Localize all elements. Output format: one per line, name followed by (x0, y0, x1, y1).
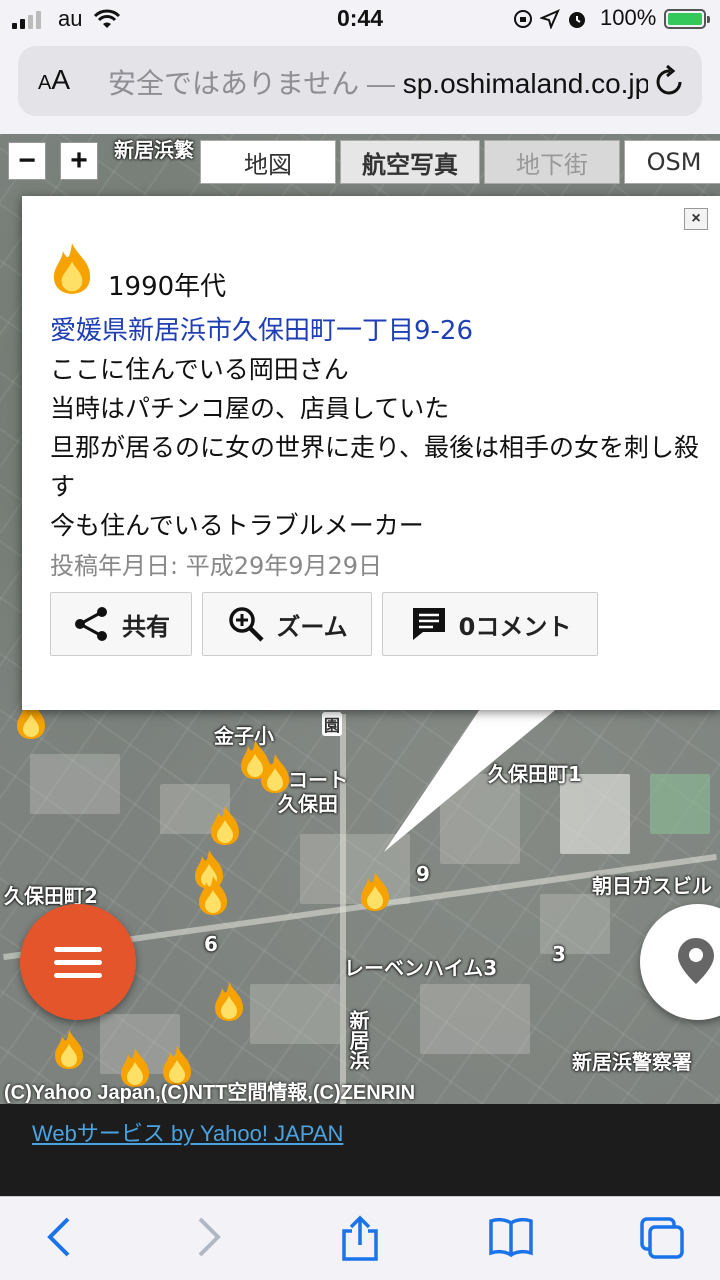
url-text: sp.oshimaland.co.jp (402, 68, 648, 99)
tab-aerial-photo[interactable]: 航空写真 (340, 140, 480, 184)
security-warning: 安全ではありません — (108, 68, 395, 99)
page-footer: Webサービス by Yahoo! JAPAN (0, 1104, 720, 1196)
flame-icon (53, 243, 91, 294)
flame-marker-icon[interactable] (208, 804, 242, 846)
orientation-lock-icon (514, 10, 532, 28)
incident-popup: × 1990年代 愛媛県新居浜市久保田町一丁目9-26 ここに住んでいる岡田さん… (22, 196, 720, 710)
text-size-button[interactable]: AA (38, 64, 70, 96)
alarm-icon (569, 12, 585, 28)
zoom-button[interactable]: ズーム (202, 592, 372, 656)
flame-marker-icon[interactable] (258, 752, 292, 794)
url-field[interactable]: 安全ではありません — sp.oshimaland.co.jp (108, 62, 648, 102)
era-label: 1990年代 (108, 272, 227, 302)
bookmarks-icon[interactable] (488, 1215, 534, 1259)
map-label: 3 (552, 942, 566, 966)
tab-osm[interactable]: OSM (624, 140, 720, 184)
address-link[interactable]: 愛媛県新居浜市久保田町一丁目9-26 (50, 310, 473, 347)
back-icon[interactable] (44, 1215, 74, 1259)
status-bar: au 0:44 100% (0, 0, 720, 40)
share-button[interactable]: 共有 (50, 592, 192, 656)
yahoo-web-service-link[interactable]: Webサービス by Yahoo! JAPAN (32, 1116, 343, 1148)
battery-icon (664, 9, 710, 29)
flame-marker-icon[interactable] (52, 1028, 86, 1070)
flame-marker-icon[interactable] (358, 870, 392, 912)
menu-button[interactable] (20, 904, 136, 1020)
location-icon (540, 9, 560, 29)
flame-marker-icon[interactable] (212, 980, 246, 1022)
comment-button[interactable]: 0コメント (382, 592, 598, 656)
share-sheet-icon[interactable] (338, 1215, 382, 1263)
location-button[interactable] (640, 904, 720, 1020)
zoom-label: ズーム (276, 612, 348, 641)
description-line: 旦那が居るのに女の世界に走り、最後は相手の女を刺し殺す (50, 433, 700, 501)
close-button[interactable]: × (684, 208, 708, 230)
battery-percent: 100% (600, 5, 657, 30)
park-marker: 園 (322, 712, 343, 736)
comment-label: 0コメント (458, 612, 572, 641)
flame-marker-icon[interactable] (196, 874, 230, 916)
description-line: ここに住んでいる岡田さん (50, 355, 349, 384)
tabs-icon[interactable] (638, 1215, 686, 1261)
map-label: 朝日ガスビル (592, 874, 712, 898)
browser-toolbar (0, 1196, 720, 1280)
zoom-in-icon (229, 607, 264, 642)
map-label: 久保田町1 (488, 762, 582, 786)
zoom-out-button[interactable]: − (8, 142, 46, 180)
comment-icon (412, 608, 445, 640)
forward-icon[interactable] (194, 1215, 224, 1259)
share-icon (75, 607, 107, 641)
description-line: 今も住んでいるトラブルメーカー (50, 511, 424, 540)
address-bar[interactable]: AA 安全ではありません — sp.oshimaland.co.jp (18, 46, 702, 116)
description-line: 当時はパチンコ屋の、店員していた (50, 394, 450, 423)
map-label: 新居浜警察署 (572, 1050, 692, 1074)
map-label: 6 (204, 932, 218, 956)
map-label: 新居浜繁 (114, 138, 194, 162)
tab-map[interactable]: 地図 (200, 140, 336, 184)
post-date: 投稿年月日: 平成29年9月29日 (50, 552, 383, 580)
tab-underground[interactable]: 地下街 (484, 140, 620, 184)
map-label: 新居浜 (346, 1010, 370, 1070)
map-label: レーベンハイム3 (344, 956, 498, 980)
incident-description: ここに住んでいる岡田さん 当時はパチンコ屋の、店員していた 旦那が居るのに女の世… (50, 350, 710, 545)
zoom-in-button[interactable]: + (60, 142, 98, 180)
map-label: 9 (416, 862, 430, 886)
map-copyright: (C)Yahoo Japan,(C)NTT空間情報,(C)ZENRIN (4, 1082, 416, 1104)
map-pin-icon (678, 938, 714, 984)
reload-icon[interactable] (654, 64, 686, 98)
share-label: 共有 (122, 612, 170, 641)
